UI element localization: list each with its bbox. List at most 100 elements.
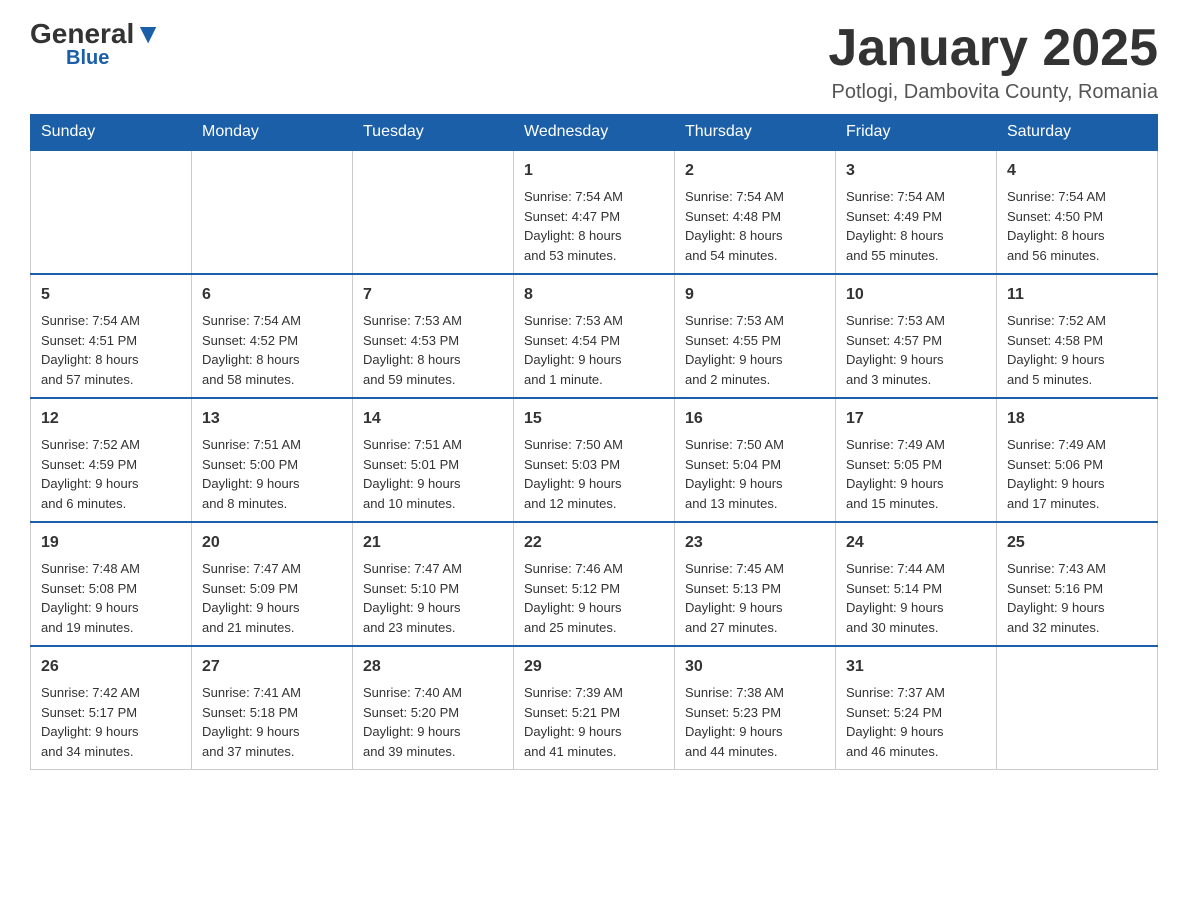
- calendar-cell: 23 Sunrise: 7:45 AMSunset: 5:13 PMDayligh…: [675, 522, 836, 646]
- day-info: Sunrise: 7:47 AMSunset: 5:10 PMDaylight:…: [363, 559, 503, 637]
- day-number: 23: [685, 531, 825, 555]
- calendar-cell: [31, 150, 192, 274]
- day-number: 29: [524, 655, 664, 679]
- day-info: Sunrise: 7:53 AMSunset: 4:57 PMDaylight:…: [846, 311, 986, 389]
- day-info: Sunrise: 7:50 AMSunset: 5:04 PMDaylight:…: [685, 435, 825, 513]
- day-number: 19: [41, 531, 181, 555]
- day-number: 27: [202, 655, 342, 679]
- calendar-cell: 16 Sunrise: 7:50 AMSunset: 5:04 PMDayligh…: [675, 398, 836, 522]
- calendar-cell: 15 Sunrise: 7:50 AMSunset: 5:03 PMDayligh…: [514, 398, 675, 522]
- calendar-cell: 21 Sunrise: 7:47 AMSunset: 5:10 PMDayligh…: [353, 522, 514, 646]
- day-info: Sunrise: 7:54 AMSunset: 4:51 PMDaylight:…: [41, 311, 181, 389]
- day-number: 20: [202, 531, 342, 555]
- calendar-week-3: 12 Sunrise: 7:52 AMSunset: 4:59 PMDayligh…: [31, 398, 1158, 522]
- calendar-cell: 5Sunrise: 7:54 AMSunset: 4:51 PMDaylight…: [31, 274, 192, 398]
- day-number: 16: [685, 407, 825, 431]
- day-number: 7: [363, 283, 503, 307]
- calendar-cell: 4 Sunrise: 7:54 AMSunset: 4:50 PMDaylight…: [997, 150, 1158, 274]
- day-info: Sunrise: 7:44 AMSunset: 5:14 PMDaylight:…: [846, 559, 986, 637]
- day-info: Sunrise: 7:54 AMSunset: 4:50 PMDaylight:…: [1007, 187, 1147, 265]
- day-info: Sunrise: 7:51 AMSunset: 5:01 PMDaylight:…: [363, 435, 503, 513]
- day-info: Sunrise: 7:39 AMSunset: 5:21 PMDaylight:…: [524, 683, 664, 761]
- calendar-cell: 22 Sunrise: 7:46 AMSunset: 5:12 PMDayligh…: [514, 522, 675, 646]
- page-header: General▼ Blue January 2025 Potlogi, Damb…: [30, 20, 1158, 104]
- day-number: 8: [524, 283, 664, 307]
- day-number: 18: [1007, 407, 1147, 431]
- day-info: Sunrise: 7:42 AMSunset: 5:17 PMDaylight:…: [41, 683, 181, 761]
- day-number: 6: [202, 283, 342, 307]
- calendar-cell: 12 Sunrise: 7:52 AMSunset: 4:59 PMDayligh…: [31, 398, 192, 522]
- calendar-cell: 8 Sunrise: 7:53 AMSunset: 4:54 PMDaylight…: [514, 274, 675, 398]
- calendar-title: January 2025: [828, 20, 1158, 77]
- day-info: Sunrise: 7:53 AMSunset: 4:54 PMDaylight:…: [524, 311, 664, 389]
- day-number: 14: [363, 407, 503, 431]
- calendar-cell: 19Sunrise: 7:48 AMSunset: 5:08 PMDayligh…: [31, 522, 192, 646]
- weekday-header-saturday: Saturday: [997, 115, 1158, 151]
- calendar-week-2: 5Sunrise: 7:54 AMSunset: 4:51 PMDaylight…: [31, 274, 1158, 398]
- weekday-header-wednesday: Wednesday: [514, 115, 675, 151]
- day-number: 12: [41, 407, 181, 431]
- calendar-cell: 10Sunrise: 7:53 AMSunset: 4:57 PMDayligh…: [836, 274, 997, 398]
- calendar-header: SundayMondayTuesdayWednesdayThursdayFrid…: [31, 115, 1158, 151]
- day-number: 4: [1007, 159, 1147, 183]
- logo: General▼ Blue: [30, 20, 162, 68]
- calendar-cell: 29 Sunrise: 7:39 AMSunset: 5:21 PMDayligh…: [514, 646, 675, 770]
- day-number: 25: [1007, 531, 1147, 555]
- day-number: 30: [685, 655, 825, 679]
- weekday-header-tuesday: Tuesday: [353, 115, 514, 151]
- day-number: 24: [846, 531, 986, 555]
- calendar-cell: 9Sunrise: 7:53 AMSunset: 4:55 PMDaylight…: [675, 274, 836, 398]
- day-info: Sunrise: 7:49 AMSunset: 5:06 PMDaylight:…: [1007, 435, 1147, 513]
- day-info: Sunrise: 7:41 AMSunset: 5:18 PMDaylight:…: [202, 683, 342, 761]
- calendar-cell: [997, 646, 1158, 770]
- weekday-header-thursday: Thursday: [675, 115, 836, 151]
- calendar-cell: 7 Sunrise: 7:53 AMSunset: 4:53 PMDaylight…: [353, 274, 514, 398]
- weekday-header-monday: Monday: [192, 115, 353, 151]
- calendar-week-5: 26 Sunrise: 7:42 AMSunset: 5:17 PMDayligh…: [31, 646, 1158, 770]
- day-info: Sunrise: 7:52 AMSunset: 4:59 PMDaylight:…: [41, 435, 181, 513]
- day-number: 28: [363, 655, 503, 679]
- day-number: 3: [846, 159, 986, 183]
- day-info: Sunrise: 7:53 AMSunset: 4:53 PMDaylight:…: [363, 311, 503, 389]
- day-number: 13: [202, 407, 342, 431]
- calendar-cell: 1 Sunrise: 7:54 AMSunset: 4:47 PMDaylight…: [514, 150, 675, 274]
- day-number: 11: [1007, 283, 1147, 307]
- day-info: Sunrise: 7:50 AMSunset: 5:03 PMDaylight:…: [524, 435, 664, 513]
- day-number: 15: [524, 407, 664, 431]
- day-number: 21: [363, 531, 503, 555]
- calendar-week-4: 19Sunrise: 7:48 AMSunset: 5:08 PMDayligh…: [31, 522, 1158, 646]
- calendar-cell: [353, 150, 514, 274]
- day-info: Sunrise: 7:54 AMSunset: 4:48 PMDaylight:…: [685, 187, 825, 265]
- calendar-cell: 3 Sunrise: 7:54 AMSunset: 4:49 PMDaylight…: [836, 150, 997, 274]
- calendar-cell: 6 Sunrise: 7:54 AMSunset: 4:52 PMDaylight…: [192, 274, 353, 398]
- day-info: Sunrise: 7:52 AMSunset: 4:58 PMDaylight:…: [1007, 311, 1147, 389]
- logo-blue-text: Blue: [66, 48, 109, 68]
- calendar-cell: 24 Sunrise: 7:44 AMSunset: 5:14 PMDayligh…: [836, 522, 997, 646]
- day-number: 9: [685, 283, 825, 307]
- day-number: 26: [41, 655, 181, 679]
- weekday-header-row: SundayMondayTuesdayWednesdayThursdayFrid…: [31, 115, 1158, 151]
- calendar-cell: 26 Sunrise: 7:42 AMSunset: 5:17 PMDayligh…: [31, 646, 192, 770]
- calendar-cell: 13Sunrise: 7:51 AMSunset: 5:00 PMDayligh…: [192, 398, 353, 522]
- calendar-cell: [192, 150, 353, 274]
- day-info: Sunrise: 7:45 AMSunset: 5:13 PMDaylight:…: [685, 559, 825, 637]
- day-number: 1: [524, 159, 664, 183]
- title-block: January 2025 Potlogi, Dambovita County, …: [828, 20, 1158, 104]
- day-info: Sunrise: 7:54 AMSunset: 4:52 PMDaylight:…: [202, 311, 342, 389]
- weekday-header-friday: Friday: [836, 115, 997, 151]
- calendar-cell: 17Sunrise: 7:49 AMSunset: 5:05 PMDayligh…: [836, 398, 997, 522]
- calendar-cell: 20Sunrise: 7:47 AMSunset: 5:09 PMDayligh…: [192, 522, 353, 646]
- day-info: Sunrise: 7:37 AMSunset: 5:24 PMDaylight:…: [846, 683, 986, 761]
- calendar-subtitle: Potlogi, Dambovita County, Romania: [828, 81, 1158, 104]
- day-info: Sunrise: 7:46 AMSunset: 5:12 PMDaylight:…: [524, 559, 664, 637]
- calendar-cell: 31Sunrise: 7:37 AMSunset: 5:24 PMDayligh…: [836, 646, 997, 770]
- calendar-cell: 27 Sunrise: 7:41 AMSunset: 5:18 PMDayligh…: [192, 646, 353, 770]
- day-number: 22: [524, 531, 664, 555]
- calendar-body: 1 Sunrise: 7:54 AMSunset: 4:47 PMDaylight…: [31, 150, 1158, 770]
- day-number: 2: [685, 159, 825, 183]
- calendar-cell: 30Sunrise: 7:38 AMSunset: 5:23 PMDayligh…: [675, 646, 836, 770]
- day-number: 17: [846, 407, 986, 431]
- calendar-cell: 28Sunrise: 7:40 AMSunset: 5:20 PMDayligh…: [353, 646, 514, 770]
- day-info: Sunrise: 7:54 AMSunset: 4:47 PMDaylight:…: [524, 187, 664, 265]
- day-info: Sunrise: 7:54 AMSunset: 4:49 PMDaylight:…: [846, 187, 986, 265]
